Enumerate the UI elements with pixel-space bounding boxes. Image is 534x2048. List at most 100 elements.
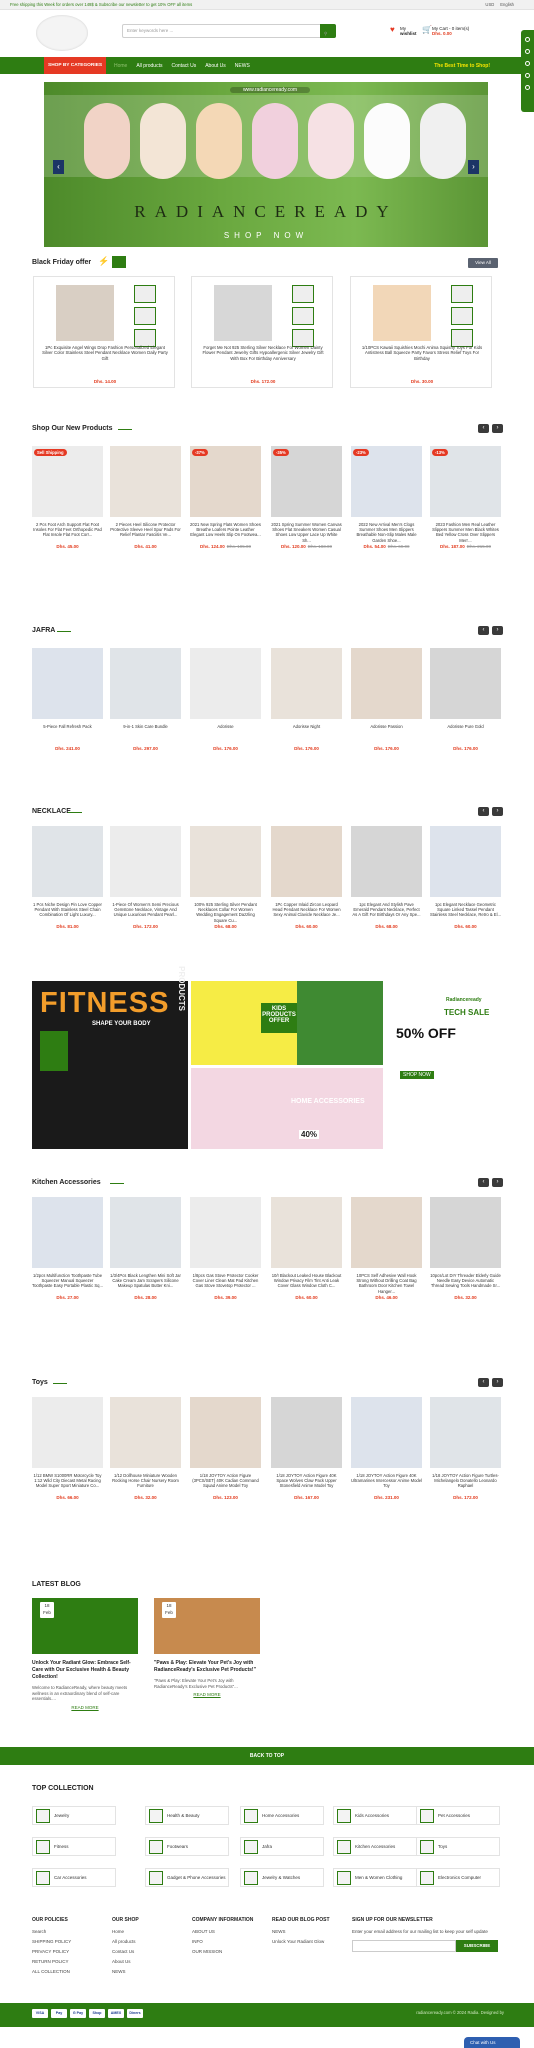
product-card[interactable]: 9-in-1 Skin Care Bundle Dhs. 297.00 xyxy=(110,648,181,751)
currency-select[interactable]: USD xyxy=(485,2,494,7)
carousel-prev-button[interactable]: ‹ xyxy=(478,626,489,635)
product-card[interactable]: 10/I Blackout Leaked House Blackout Wind… xyxy=(271,1197,342,1300)
product-name[interactable]: 2023 Fashion Men Real Leather Slippers S… xyxy=(430,522,501,543)
blog-card[interactable]: 18 Feb "Paws & Play: Elevate Your Pet's J… xyxy=(154,1598,260,1697)
product-image[interactable] xyxy=(271,648,342,719)
read-more-link[interactable]: READ MORE xyxy=(154,1692,260,1697)
product-image[interactable] xyxy=(32,648,103,719)
product-name[interactable]: Forget Me Not 925 Sterling Silver Neckla… xyxy=(198,345,328,361)
view-all-button[interactable]: View All xyxy=(468,258,498,268)
product-image[interactable] xyxy=(110,1397,181,1468)
search-bar[interactable]: Enter keywords here ... ⚲ xyxy=(122,24,336,38)
product-name[interactable]: 1Pc Copper Inlaid Zircon Leopard Head Pe… xyxy=(271,902,342,923)
product-image[interactable] xyxy=(32,826,103,897)
carousel-next-button[interactable]: › xyxy=(492,626,503,635)
tech-shop-now[interactable]: SHOP NOW xyxy=(400,1071,434,1079)
collection-item[interactable]: Toys xyxy=(416,1837,500,1856)
product-card[interactable]: 1/18 JOYTOY Action Figure 40K Ultramarin… xyxy=(351,1397,422,1500)
product-card[interactable]: 1 Pcs Niche Design Pin Love Copper Penda… xyxy=(32,826,103,929)
collection-item[interactable]: Pet Accessories xyxy=(416,1806,500,1825)
product-card[interactable]: Adorisse Dhs. 176.00 xyxy=(190,648,261,751)
product-name[interactable]: 100% 925 Sterling Silver Pendant Necklac… xyxy=(190,902,261,923)
blog-title[interactable]: "Paws & Play: Elevate Your Pet's Joy wit… xyxy=(154,1660,260,1674)
product-card[interactable]: 1/8pcs Gas Stove Protector Cooker Cover … xyxy=(190,1197,261,1300)
product-name[interactable]: 1/12 Dollhouse Miniature Wooden Rocking … xyxy=(110,1473,181,1494)
back-to-top-button[interactable]: BACK TO TOP xyxy=(0,1747,534,1765)
product-image[interactable] xyxy=(32,1197,103,1268)
chat-button[interactable]: Chat with Us xyxy=(464,2037,520,2048)
product-name[interactable]: Adorisse xyxy=(190,724,261,745)
footer-link[interactable]: RETURN POLICY xyxy=(32,1959,108,1964)
product-image[interactable]: -23% xyxy=(351,446,422,517)
product-image[interactable] xyxy=(32,1397,103,1468)
fitness-banner[interactable]: FITNESS PRODUCTS SHAPE YOUR BODY xyxy=(32,966,188,1149)
footer-link[interactable]: Home xyxy=(112,1929,188,1934)
carousel-next-button[interactable]: › xyxy=(492,1378,503,1387)
product-name[interactable]: 2021 New Spring Flats Women Shoes Breath… xyxy=(190,522,261,543)
product-card[interactable]: 1Pc Copper Inlaid Zircon Leopard Head Pe… xyxy=(271,826,342,929)
product-card[interactable]: -37% 2021 New Spring Flats Women Shoes Br… xyxy=(190,446,261,549)
collection-item[interactable]: Electronics Computer xyxy=(416,1868,500,1887)
product-card[interactable]: -35% 2021 Spring Summer Women Canvas Shoe… xyxy=(271,446,342,549)
product-card[interactable]: 10pcs/Lot DIY Threader Elderly Guide Nee… xyxy=(430,1197,501,1300)
carousel-prev-button[interactable]: ‹ xyxy=(478,1178,489,1187)
product-name[interactable]: 1/10PCS Kawaii Squishies Mochi Anima Squ… xyxy=(357,345,487,361)
collection-item[interactable]: Men & Women Clothing xyxy=(333,1868,417,1887)
carousel-prev-button[interactable]: ‹ xyxy=(478,1378,489,1387)
product-card[interactable]: 1Pc Exquisite Angel Wings Drop Fashion P… xyxy=(33,276,175,388)
footer-link[interactable]: INFO xyxy=(192,1939,268,1944)
product-card[interactable]: 1/12 Dollhouse Miniature Wooden Rocking … xyxy=(110,1397,181,1500)
search-icon[interactable] xyxy=(525,49,530,54)
nav-contact[interactable]: Contact Us xyxy=(171,63,196,69)
cart-icon[interactable] xyxy=(525,61,530,66)
product-card[interactable]: 1-Piece Of Women's Semi Precious Gemston… xyxy=(110,826,181,929)
product-image[interactable]: -13% xyxy=(430,446,501,517)
footer-link[interactable]: Unlock Your Radiant Glow xyxy=(272,1939,348,1944)
product-card[interactable]: Forget Me Not 925 Sterling Silver Neckla… xyxy=(191,276,333,388)
footer-link[interactable]: PRIVACY POLICY xyxy=(32,1949,108,1954)
product-image[interactable] xyxy=(271,1397,342,1468)
product-name[interactable]: 2 Pieces Heel Silicone Protector Protect… xyxy=(110,522,181,543)
product-image[interactable] xyxy=(430,648,501,719)
product-card[interactable]: 5-Piece Fall Refresh Pack Dhs. 241.00 xyxy=(32,648,103,751)
footer-link[interactable]: ALL COLLECTION xyxy=(32,1969,108,1974)
tech-sale-banner[interactable]: Radianceready TECH SALE 50% OFF SHOP NOW xyxy=(386,981,500,1149)
footer-link[interactable]: Search xyxy=(32,1929,108,1934)
hero-prev-arrow[interactable]: ‹ xyxy=(53,160,64,174)
product-name[interactable]: 1/18 JOYTOY Action Figure 40K Space Wolv… xyxy=(271,1473,342,1494)
product-image[interactable] xyxy=(430,1197,501,1268)
carousel-prev-button[interactable]: ‹ xyxy=(478,424,489,433)
product-card[interactable]: 1/12 BMW S1000RR Motorcycle Toy 1:12 Wil… xyxy=(32,1397,103,1500)
product-name[interactable]: 1/12 BMW S1000RR Motorcycle Toy 1:12 Wil… xyxy=(32,1473,103,1494)
product-name[interactable]: 1/2pcs Multifunction Toothpaste Tube Squ… xyxy=(32,1273,103,1294)
product-name[interactable]: 1pc Elegant Necklace Geometric Square Li… xyxy=(430,902,501,923)
product-card[interactable]: 1pc Elegant And Stylish Pave Emerald Pen… xyxy=(351,826,422,929)
product-name[interactable]: 1/18 JOYTOY Action Figure Turtles-Michel… xyxy=(430,1473,501,1494)
product-card[interactable]: 2 Pieces Heel Silicone Protector Protect… xyxy=(110,446,181,549)
wishlist-link[interactable]: ♥ My wishlist xyxy=(390,25,417,36)
product-card[interactable]: 1/18 JOYTOY Action Figure 40K Space Wolv… xyxy=(271,1397,342,1500)
collection-item[interactable]: Home Accessories xyxy=(240,1806,324,1825)
product-name[interactable]: 2021 Spring Summer Women Canvas Shoes Fl… xyxy=(271,522,342,543)
blog-title[interactable]: Unlock Your Radiant Glow: Embrace Self-C… xyxy=(32,1660,138,1681)
product-image[interactable] xyxy=(190,1197,261,1268)
footer-link[interactable]: NEWS xyxy=(112,1969,188,1974)
read-more-link[interactable]: READ MORE xyxy=(32,1705,138,1710)
product-image[interactable] xyxy=(271,1197,342,1268)
collection-item[interactable]: Kids Accessories xyxy=(333,1806,417,1825)
shop-by-categories-button[interactable]: SHOP BY CATEGORIES xyxy=(44,57,106,74)
newsletter-email-input[interactable] xyxy=(352,1940,456,1952)
product-image[interactable] xyxy=(351,1197,422,1268)
nav-all-products[interactable]: All products xyxy=(136,63,162,69)
product-image[interactable] xyxy=(351,1397,422,1468)
product-name[interactable]: 1/8pcs Gas Stove Protector Cooker Cover … xyxy=(190,1273,261,1294)
product-name[interactable]: 1 Pcs Niche Design Pin Love Copper Penda… xyxy=(32,902,103,923)
hero-cta[interactable]: SHOP NOW xyxy=(44,231,488,240)
footer-link[interactable]: OUR MISSION xyxy=(192,1949,268,1954)
product-card[interactable]: -13% 2023 Fashion Men Real Leather Slippe… xyxy=(430,446,501,549)
carousel-next-button[interactable]: › xyxy=(492,1178,503,1187)
carousel-next-button[interactable]: › xyxy=(492,807,503,816)
hero-next-arrow[interactable]: › xyxy=(468,160,479,174)
footer-link[interactable]: About Us xyxy=(112,1959,188,1964)
footer-link[interactable]: NEWS xyxy=(272,1929,348,1934)
